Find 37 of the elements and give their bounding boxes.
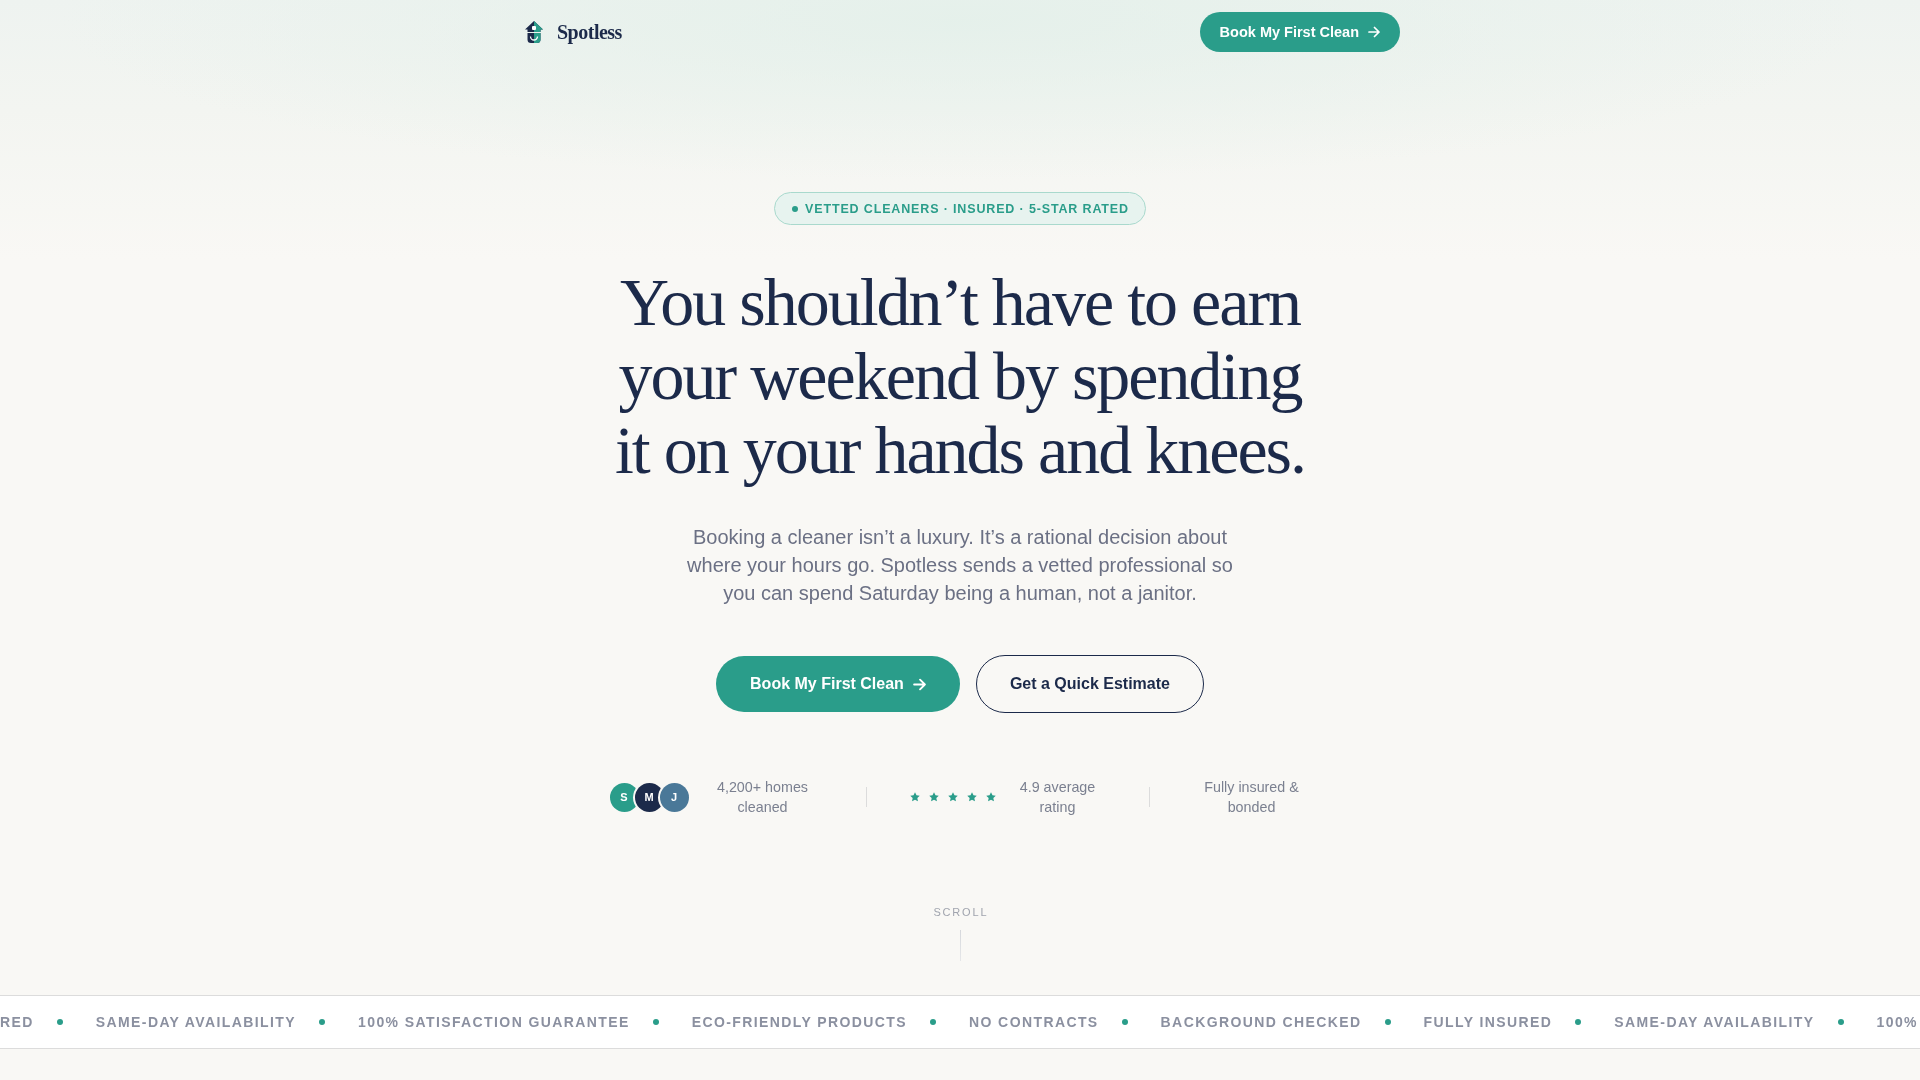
hero-description: Booking a cleaner isn’t a luxury. It’s a rational decision about where your hours go. Spotless sends a vetted professional so you can spend Saturday being a human, not a janitor.	[686, 525, 1234, 606]
bullet-dot-icon	[1121, 1019, 1128, 1025]
ticker-item: SAME-DAY AVAILABILITY	[1614, 1014, 1815, 1030]
ticker-item: 100%	[1876, 1014, 1918, 1030]
star-icon	[985, 792, 996, 802]
stat-label: Fully insured & bonded	[1203, 778, 1300, 817]
bullet-dot-icon	[56, 1019, 63, 1025]
star-icon	[909, 792, 920, 802]
star-icon	[928, 792, 939, 802]
arrow-right-icon	[912, 677, 926, 691]
stat-label: 4,200+ homes cleaned	[716, 778, 809, 817]
bullet-dot-icon	[1384, 1019, 1391, 1025]
ticker-item: FULLY INSURED	[1423, 1014, 1553, 1030]
badge-text: VETTED CLEANERS · INSURED · 5-STAR RATED	[805, 201, 1129, 216]
ticker-item: BACKGROUND CHECKED	[1160, 1014, 1362, 1030]
avatar: J	[659, 782, 689, 812]
ticker-item: NO CONTRACTS	[969, 1014, 1099, 1030]
avatar: M	[634, 782, 664, 812]
stat-label: 4.9 average rating	[1018, 778, 1097, 817]
bullet-dot-icon	[1575, 1019, 1582, 1025]
star-icon	[966, 792, 977, 802]
bullet-dot-icon	[930, 1019, 937, 1025]
status-dot-icon	[792, 205, 799, 212]
scroll-hint: SCROLL	[932, 905, 989, 919]
ticker-item: SAME-DAY AVAILABILITY	[95, 1014, 297, 1030]
brand-name[interactable]: Spotless	[557, 20, 622, 44]
bullet-dot-icon	[1837, 1019, 1844, 1025]
bullet-dot-icon	[652, 1019, 659, 1025]
house-logo-icon	[525, 21, 543, 43]
ticker-item: ECO-FRIENDLY PRODUCTS	[691, 1014, 908, 1030]
bullet-dot-icon	[319, 1019, 326, 1025]
avatar: S	[609, 782, 639, 812]
ticker-item: RED	[0, 1014, 34, 1030]
star-icon	[947, 792, 958, 802]
arrow-right-icon	[1368, 26, 1380, 38]
ticker-item: 100% SATISFACTION GUARANTEE	[358, 1014, 630, 1030]
hero-headline: You shouldn’t have to earn your weekend by spending it on your hands and knees.	[613, 265, 1307, 487]
